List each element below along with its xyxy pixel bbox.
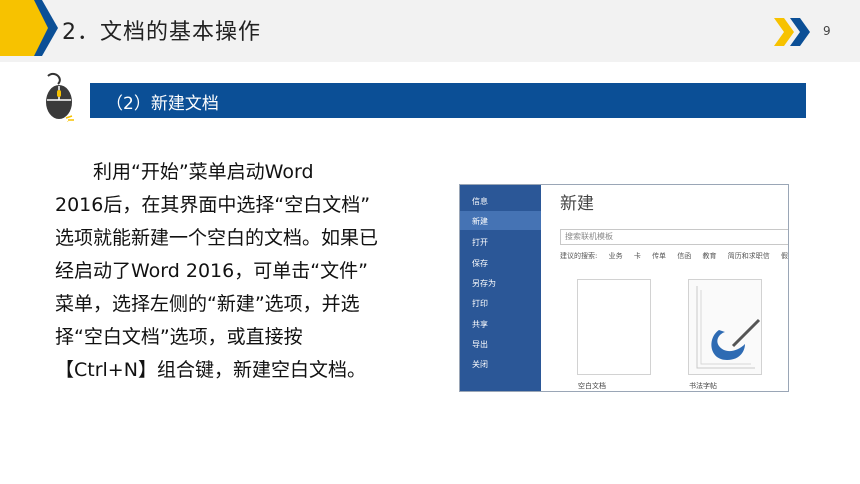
section-heading-bar: （2）新建文档 bbox=[90, 83, 806, 118]
sidebar-item-save[interactable]: 保存 bbox=[472, 258, 488, 269]
section-heading: （2）新建文档 bbox=[106, 94, 219, 114]
paragraph-line: 【Ctrl+N】组合键，新建空白文档。 bbox=[55, 359, 366, 381]
template-search-input[interactable]: 搜索联机模板 bbox=[560, 229, 788, 245]
suggested-term[interactable]: 传单 bbox=[652, 252, 666, 260]
suggested-term[interactable]: 卡 bbox=[634, 252, 641, 260]
sidebar-item-open[interactable]: 打开 bbox=[472, 237, 488, 248]
suggested-label: 建议的搜索: bbox=[560, 252, 598, 260]
backstage-heading: 新建 bbox=[560, 194, 594, 214]
sidebar-item-save-as[interactable]: 另存为 bbox=[472, 278, 496, 289]
blank-document-template[interactable] bbox=[577, 279, 651, 375]
chevron-right-icon bbox=[774, 18, 810, 46]
suggested-term[interactable]: 假日 bbox=[781, 252, 788, 260]
page-number: 9 bbox=[823, 24, 831, 38]
calligraphy-template[interactable] bbox=[688, 279, 762, 375]
slide-title: 2．文档的基本操作 bbox=[62, 20, 261, 45]
word-new-document-screenshot: 信息 新建 打开 保存 另存为 打印 共享 导出 关闭 新建 搜索联机模板 建议… bbox=[459, 184, 789, 392]
paragraph-line: 2016后，在其界面中选择“空白文档” bbox=[55, 194, 371, 216]
sidebar-item-print[interactable]: 打印 bbox=[472, 298, 488, 309]
backstage-sidebar: 信息 新建 打开 保存 另存为 打印 共享 导出 关闭 bbox=[460, 185, 541, 391]
suggested-term[interactable]: 简历和求职信 bbox=[728, 252, 770, 260]
sidebar-item-close[interactable]: 关闭 bbox=[472, 359, 488, 370]
paragraph-line: 利用“开始”菜单启动Word bbox=[93, 161, 314, 183]
sidebar-item-info[interactable]: 信息 bbox=[472, 196, 488, 207]
body-paragraph: 利用“开始”菜单启动Word 2016后，在其界面中选择“空白文档” 选项就能新… bbox=[55, 156, 435, 387]
calligraphy-brush-icon bbox=[696, 286, 761, 369]
suggested-term[interactable]: 信函 bbox=[677, 252, 691, 260]
suggested-searches: 建议的搜索: 业务 卡 传单 信函 教育 简历和求职信 假日 bbox=[560, 251, 788, 261]
suggested-term[interactable]: 业务 bbox=[609, 252, 623, 260]
sidebar-item-share[interactable]: 共享 bbox=[472, 319, 488, 330]
template-label: 空白文档 bbox=[578, 382, 606, 390]
paragraph-line: 择“空白文档”选项，或直接按 bbox=[55, 326, 303, 348]
sidebar-item-new[interactable]: 新建 bbox=[472, 216, 488, 227]
paragraph-line: 菜单，选择左侧的“新建”选项，并选 bbox=[55, 293, 360, 315]
suggested-term[interactable]: 教育 bbox=[703, 252, 717, 260]
slide-header: 2．文档的基本操作 9 bbox=[0, 0, 860, 62]
sidebar-item-export[interactable]: 导出 bbox=[472, 339, 488, 350]
header-accent-shape bbox=[0, 0, 58, 56]
mouse-icon bbox=[46, 72, 74, 122]
paragraph-line: 选项就能新建一个空白的文档。如果已 bbox=[55, 227, 379, 249]
paragraph-line: 经启动了Word 2016，可单击“文件” bbox=[55, 260, 368, 282]
template-label: 书法字帖 bbox=[689, 382, 717, 390]
